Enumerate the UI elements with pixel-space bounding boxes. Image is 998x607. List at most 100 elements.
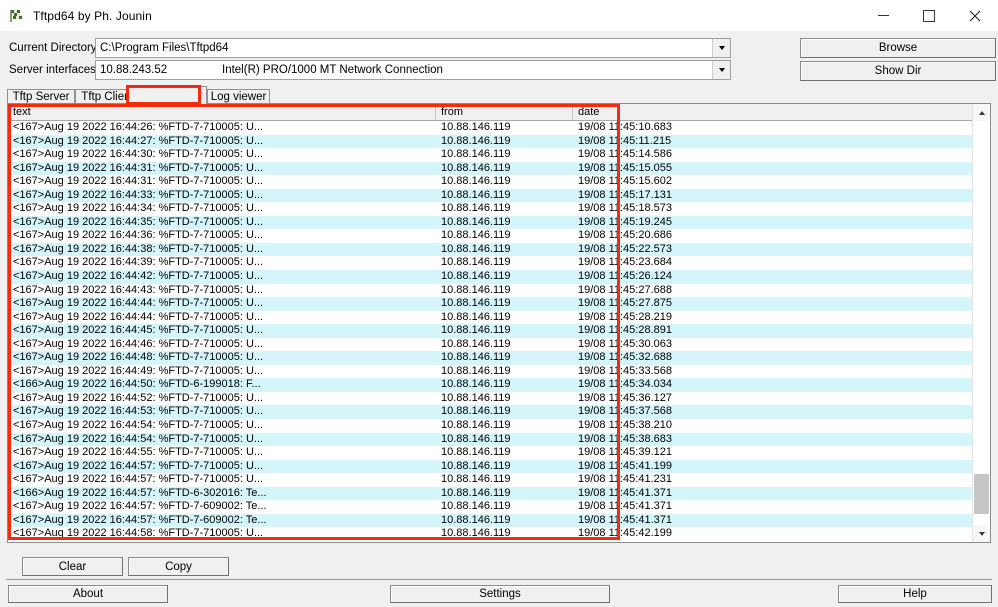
cell-text: <166>Aug 19 2022 16:44:57: %FTD-6-302016… — [13, 486, 267, 499]
cell-date: 19/08 11:45:22.573 — [578, 242, 672, 255]
show-dir-button[interactable]: Show Dir — [800, 61, 996, 81]
table-row[interactable]: <167>Aug 19 2022 16:44:58: %FTD-7-710005… — [8, 527, 990, 541]
scrollbar-thumb[interactable] — [974, 474, 989, 514]
tab-tftp-server[interactable]: Tftp Server — [7, 89, 75, 104]
vertical-scrollbar[interactable] — [972, 104, 990, 542]
cell-from: 10.88.146.119 — [441, 527, 511, 540]
table-row[interactable]: <167>Aug 19 2022 16:44:53: %FTD-7-710005… — [8, 405, 990, 420]
cell-from: 10.88.146.119 — [441, 256, 511, 269]
cell-from: 10.88.146.119 — [441, 432, 511, 445]
table-row[interactable]: <167>Aug 19 2022 16:44:48: %FTD-7-710005… — [8, 351, 990, 365]
table-row[interactable]: <167>Aug 19 2022 16:44:55: %FTD-7-710005… — [8, 446, 990, 460]
table-row[interactable]: <167>Aug 19 2022 16:44:30: %FTD-7-710005… — [8, 148, 990, 162]
table-row[interactable]: <167>Aug 19 2022 16:44:54: %FTD-7-710005… — [8, 432, 990, 447]
cell-text: <167>Aug 19 2022 16:44:36: %FTD-7-710005… — [13, 229, 264, 242]
cell-from: 10.88.146.119 — [441, 148, 511, 161]
table-row[interactable]: <167>Aug 19 2022 16:44:33: %FTD-7-710005… — [8, 188, 990, 203]
table-row[interactable]: <167>Aug 19 2022 16:44:27: %FTD-7-710005… — [8, 134, 990, 149]
cell-date: 19/08 11:45:38.210 — [578, 419, 672, 432]
cell-text: <167>Aug 19 2022 16:44:55: %FTD-7-710005… — [13, 446, 264, 459]
table-row[interactable]: <167>Aug 19 2022 16:44:35: %FTD-7-710005… — [8, 215, 990, 230]
table-row[interactable]: <167>Aug 19 2022 16:44:57: %FTD-7-609002… — [8, 513, 990, 528]
cell-text: <167>Aug 19 2022 16:44:26: %FTD-7-710005… — [13, 121, 264, 133]
cell-text: <167>Aug 19 2022 16:44:27: %FTD-7-710005… — [13, 134, 264, 147]
server-interfaces-label: Server interfaces — [9, 64, 96, 76]
table-row[interactable]: <167>Aug 19 2022 16:44:31: %FTD-7-710005… — [8, 175, 990, 189]
cell-date: 19/08 11:45:18.573 — [578, 202, 672, 215]
cell-date: 19/08 11:45:38.683 — [578, 432, 672, 445]
table-row[interactable]: <167>Aug 19 2022 16:44:34: %FTD-7-710005… — [8, 202, 990, 216]
cell-text: <167>Aug 19 2022 16:44:54: %FTD-7-710005… — [13, 432, 264, 445]
cell-text: <167>Aug 19 2022 16:44:35: %FTD-7-710005… — [13, 215, 264, 228]
table-row[interactable]: <167>Aug 19 2022 16:44:36: %FTD-7-710005… — [8, 229, 990, 243]
scroll-up-button[interactable] — [973, 104, 990, 121]
table-row[interactable]: <167>Aug 19 2022 16:44:49: %FTD-7-710005… — [8, 364, 990, 379]
cell-date: 19/08 11:45:33.568 — [578, 364, 672, 377]
cell-text: <167>Aug 19 2022 16:44:43: %FTD-7-710005… — [13, 283, 264, 296]
cell-text: <167>Aug 19 2022 16:44:45: %FTD-7-710005… — [13, 324, 264, 337]
table-row[interactable]: <167>Aug 19 2022 16:44:39: %FTD-7-710005… — [8, 256, 990, 271]
browse-button[interactable]: Browse — [800, 38, 996, 58]
tab-syslog-server[interactable]: Syslog server — [127, 86, 207, 104]
clear-button[interactable]: Clear — [22, 557, 123, 576]
current-directory-combo[interactable]: C:\Program Files\Tftpd64 — [95, 38, 731, 58]
table-row[interactable]: <167>Aug 19 2022 16:44:44: %FTD-7-710005… — [8, 310, 990, 325]
column-header-from[interactable]: from — [436, 104, 573, 120]
table-row[interactable]: <167>Aug 19 2022 16:44:54: %FTD-7-710005… — [8, 419, 990, 433]
cell-from: 10.88.146.119 — [441, 283, 511, 296]
maximize-button[interactable] — [906, 0, 952, 31]
table-row[interactable]: <167>Aug 19 2022 16:44:57: %FTD-7-710005… — [8, 459, 990, 474]
cell-date: 19/08 11:45:32.688 — [578, 351, 672, 364]
syslog-list-view[interactable]: text from date <167>Aug 19 2022 16:44:26… — [7, 103, 991, 543]
current-directory-dropdown-arrow[interactable] — [712, 39, 730, 57]
table-row[interactable]: <167>Aug 19 2022 16:44:26: %FTD-7-710005… — [8, 121, 990, 135]
table-row[interactable]: <167>Aug 19 2022 16:44:42: %FTD-7-710005… — [8, 270, 990, 284]
cell-from: 10.88.146.119 — [441, 229, 511, 242]
cell-text: <167>Aug 19 2022 16:44:33: %FTD-7-710005… — [13, 188, 264, 201]
server-interfaces-combo[interactable]: 10.88.243.52 Intel(R) PRO/1000 MT Networ… — [95, 60, 731, 80]
cell-from: 10.88.146.119 — [441, 391, 511, 404]
table-row[interactable]: <167>Aug 19 2022 16:44:57: %FTD-7-710005… — [8, 473, 990, 487]
minimize-button[interactable] — [860, 0, 906, 31]
table-row[interactable]: <167>Aug 19 2022 16:44:57: %FTD-7-609002… — [8, 500, 990, 514]
table-row[interactable]: <167>Aug 19 2022 16:44:38: %FTD-7-710005… — [8, 242, 990, 257]
cell-date: 19/08 11:45:15.602 — [578, 175, 672, 188]
copy-button[interactable]: Copy — [128, 557, 229, 576]
cell-date: 19/08 11:45:27.875 — [578, 297, 672, 310]
cell-text: <167>Aug 19 2022 16:44:30: %FTD-7-710005… — [13, 148, 264, 161]
column-header-text[interactable]: text — [8, 104, 436, 120]
cell-date: 19/08 11:45:41.371 — [578, 513, 672, 526]
about-button[interactable]: About — [8, 585, 168, 603]
tab-log-viewer[interactable]: Log viewer — [207, 89, 270, 104]
title-bar: Tftpd64 by Ph. Jounin — [0, 0, 998, 31]
scroll-down-button[interactable] — [973, 525, 990, 542]
cell-text: <167>Aug 19 2022 16:44:46: %FTD-7-710005… — [13, 337, 264, 350]
cell-text: <167>Aug 19 2022 16:44:48: %FTD-7-710005… — [13, 351, 264, 364]
help-button[interactable]: Help — [838, 585, 992, 603]
table-row[interactable]: <166>Aug 19 2022 16:44:50: %FTD-6-199018… — [8, 378, 990, 392]
minimize-icon — [877, 15, 889, 16]
column-header-date[interactable]: date — [573, 104, 990, 120]
close-button[interactable] — [952, 0, 998, 31]
table-row[interactable]: <167>Aug 19 2022 16:44:31: %FTD-7-710005… — [8, 161, 990, 176]
cell-from: 10.88.146.119 — [441, 297, 511, 310]
table-row[interactable]: <167>Aug 19 2022 16:44:45: %FTD-7-710005… — [8, 324, 990, 338]
list-header: text from date — [8, 104, 990, 121]
settings-button[interactable]: Settings — [390, 585, 610, 603]
cell-from: 10.88.146.119 — [441, 513, 511, 526]
cell-text: <167>Aug 19 2022 16:44:57: %FTD-7-609002… — [13, 500, 267, 513]
cell-text: <167>Aug 19 2022 16:44:57: %FTD-7-710005… — [13, 459, 264, 472]
table-row[interactable]: <167>Aug 19 2022 16:44:52: %FTD-7-710005… — [8, 391, 990, 406]
cell-from: 10.88.146.119 — [441, 351, 511, 364]
table-row[interactable]: <167>Aug 19 2022 16:44:46: %FTD-7-710005… — [8, 337, 990, 352]
cell-text: <166>Aug 19 2022 16:44:50: %FTD-6-199018… — [13, 378, 261, 391]
cell-text: <167>Aug 19 2022 16:44:49: %FTD-7-710005… — [13, 364, 264, 377]
cell-date: 19/08 11:45:41.371 — [578, 500, 672, 513]
table-row[interactable]: <166>Aug 19 2022 16:44:57: %FTD-6-302016… — [8, 486, 990, 501]
cell-date: 19/08 11:45:34.034 — [578, 378, 672, 391]
table-row[interactable]: <167>Aug 19 2022 16:44:43: %FTD-7-710005… — [8, 283, 990, 298]
table-row[interactable]: <167>Aug 19 2022 16:44:44: %FTD-7-710005… — [8, 297, 990, 311]
cell-from: 10.88.146.119 — [441, 310, 511, 323]
server-interfaces-dropdown-arrow[interactable] — [712, 61, 730, 79]
cell-date: 19/08 11:45:36.127 — [578, 391, 672, 404]
